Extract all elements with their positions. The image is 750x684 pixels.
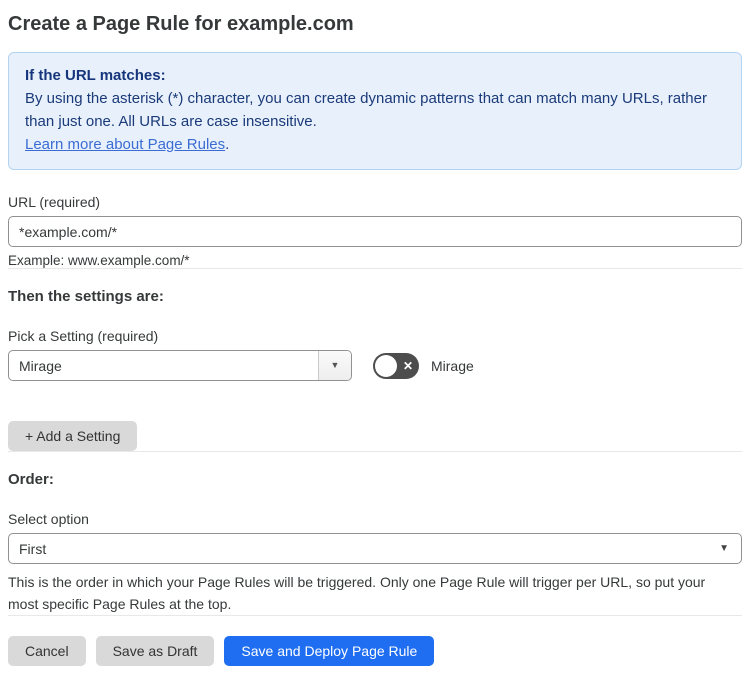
toggle-knob [375,354,397,377]
setting-picker-row: Mirage ▼ ✕ Mirage [8,350,742,381]
cancel-button[interactable]: Cancel [8,636,86,666]
divider [8,268,742,269]
setting-dropdown[interactable]: Mirage ▼ [8,350,352,381]
create-page-rule-panel: Create a Page Rule for example.com If th… [0,0,750,666]
order-select-value: First [19,540,47,557]
settings-section-heading: Then the settings are: [8,288,164,305]
setting-dropdown-button[interactable]: ▼ [318,351,351,380]
link-period: . [225,136,230,153]
select-chevron-down-icon: ▼ [719,543,729,554]
page-title: Create a Page Rule for example.com [8,13,354,35]
info-box-heading: If the URL matches: [25,67,166,84]
divider [8,615,742,616]
divider [8,451,742,452]
mirage-toggle[interactable]: ✕ [373,352,419,379]
add-setting-button[interactable]: + Add a Setting [8,421,138,451]
info-box-body: By using the asterisk (*) character, you… [25,90,707,130]
learn-more-link[interactable]: Learn more about Page Rules [25,136,225,153]
url-field-label: URL (required) [8,194,101,210]
select-option-label: Select option [8,511,89,527]
chevron-down-icon: ▼ [330,360,340,370]
order-select[interactable]: First ▼ [8,533,742,564]
url-match-info-box: If the URL matches: By using the asteris… [8,52,742,170]
info-box-link-line: Learn more about Page Rules. [25,133,725,156]
url-example-helper: Example: www.example.com/* [8,253,190,268]
footer-actions: Cancel Save as Draft Save and Deploy Pag… [8,636,742,666]
pick-setting-label: Pick a Setting (required) [8,328,159,344]
order-helper-text: This is the order in which your Page Rul… [8,574,706,612]
toggle-label: Mirage [431,357,474,374]
setting-dropdown-value: Mirage [19,357,62,374]
order-section-heading: Order: [8,471,54,488]
save-and-deploy-button[interactable]: Save and Deploy Page Rule [224,636,435,666]
save-as-draft-button[interactable]: Save as Draft [95,636,215,666]
url-input[interactable] [8,216,742,247]
toggle-off-x-icon: ✕ [402,358,414,373]
